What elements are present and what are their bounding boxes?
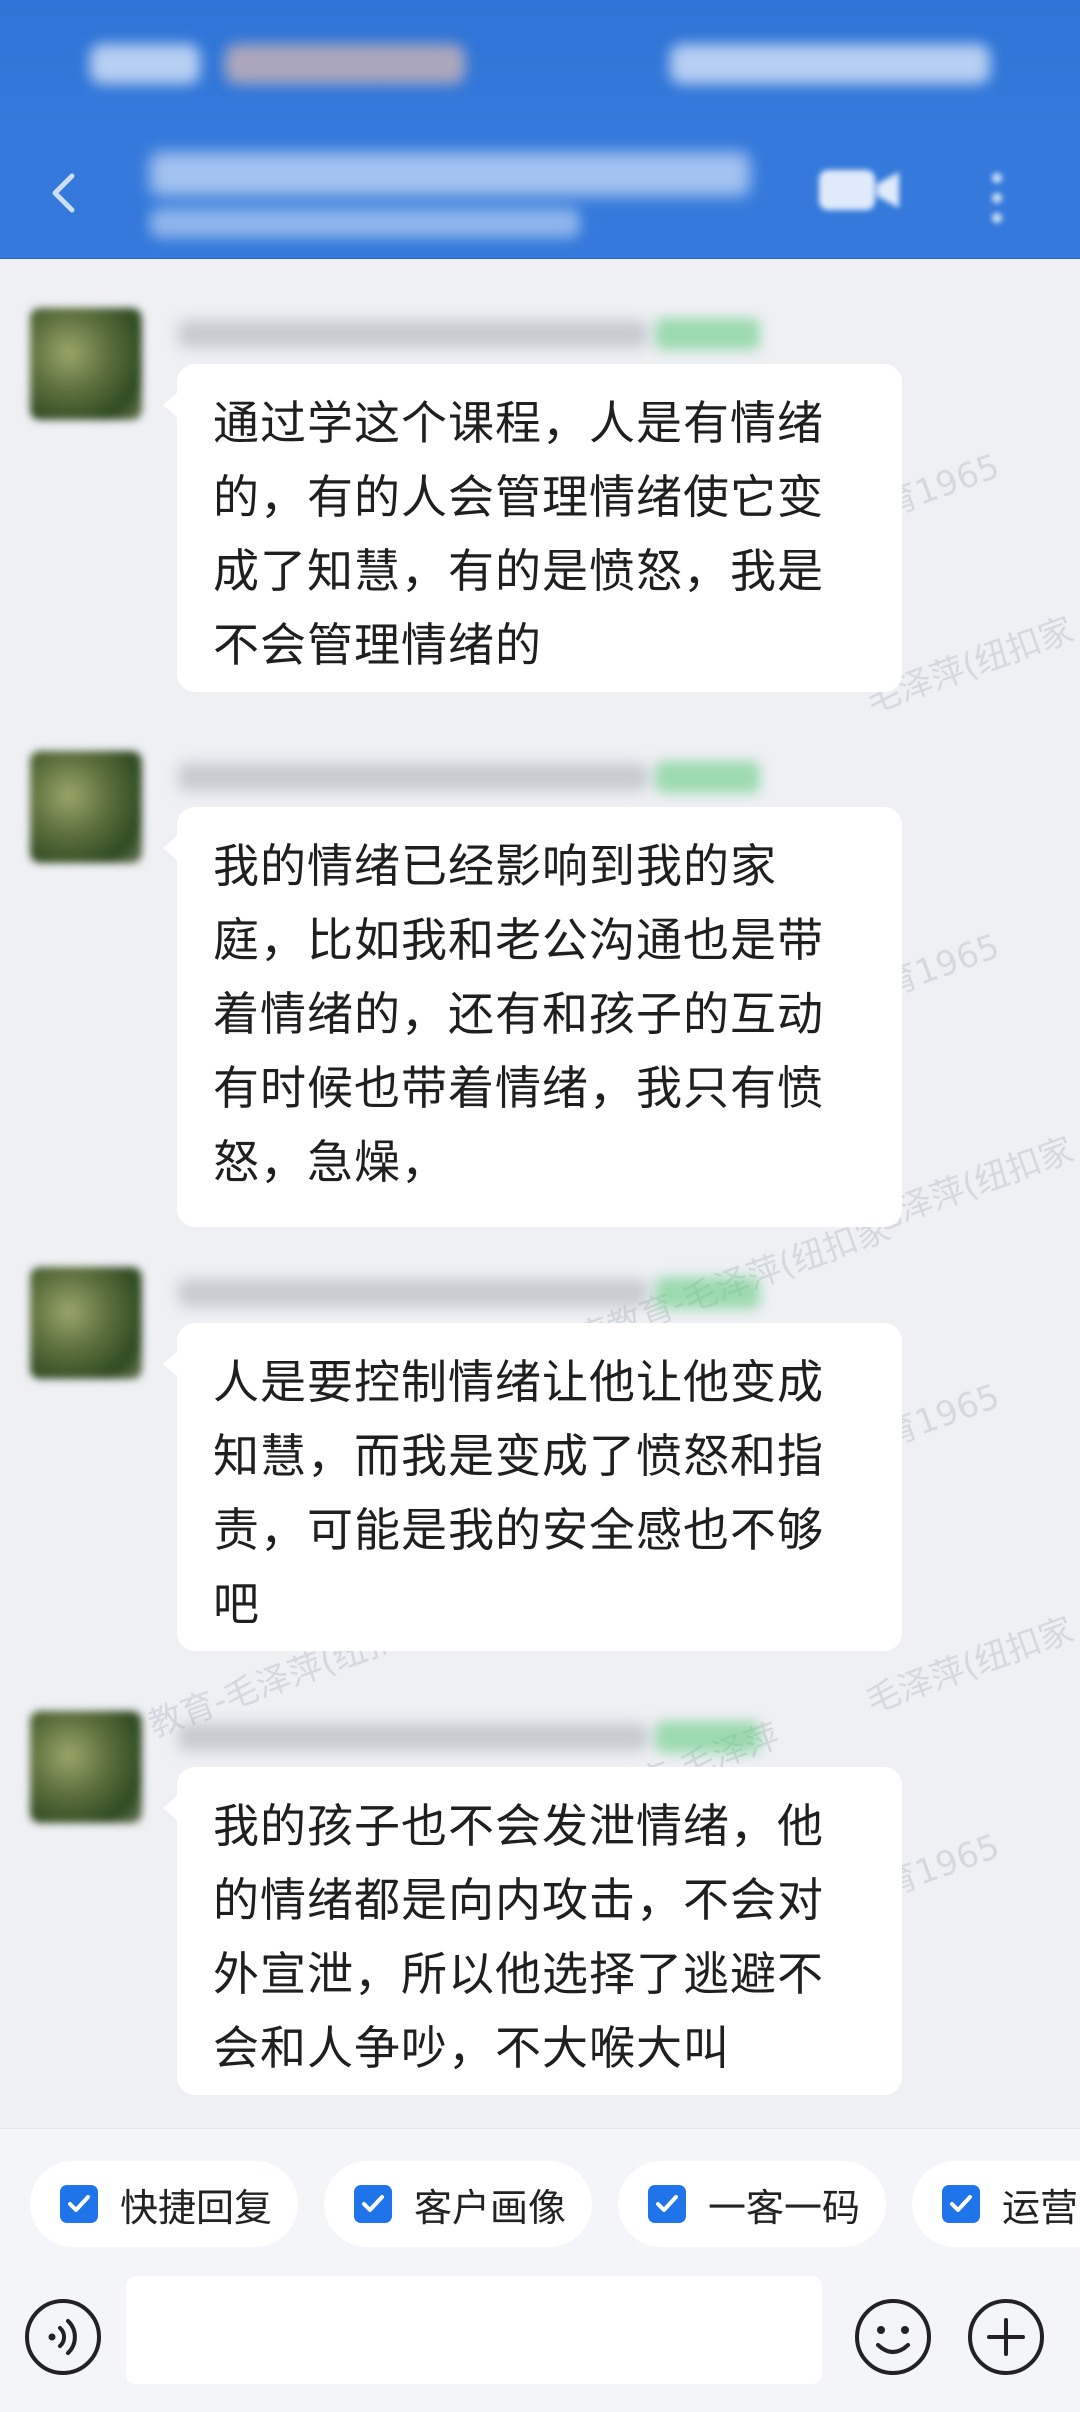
checkbox-icon: [648, 2185, 686, 2223]
message-bubble[interactable]: 通过学这个课程，人是有情绪的，有的人会管理情绪使它变成了知慧，有的是愤怒，我是不…: [163, 364, 902, 692]
notification-icons-blur: [225, 44, 465, 84]
sender-tag-blurred: [655, 318, 760, 350]
chat-title-blurred: [150, 152, 750, 196]
sender-tag-blurred: [655, 1721, 760, 1753]
avatar[interactable]: [30, 751, 142, 863]
voice-input-icon[interactable]: [22, 2296, 104, 2378]
emoji-icon[interactable]: [852, 2296, 934, 2378]
avatar[interactable]: [30, 1267, 142, 1379]
chip-label: 快捷回复: [120, 2185, 273, 2230]
sender-name-blurred: [178, 763, 648, 791]
input-bar: [0, 2276, 1080, 2412]
customer-profile-chip[interactable]: 客户画像: [324, 2161, 592, 2247]
quick-reply-chip[interactable]: 快捷回复: [30, 2161, 298, 2247]
more-options-icon[interactable]: [982, 168, 1012, 228]
status-bar: [0, 0, 1080, 130]
sender-tag-blurred: [655, 761, 760, 793]
chat-subtitle-blurred: [150, 208, 580, 238]
one-customer-one-code-chip[interactable]: 一客一码: [618, 2161, 886, 2247]
sender-tag-blurred: [655, 1277, 760, 1309]
checkbox-icon: [60, 2185, 98, 2223]
system-icons-blur: [670, 44, 990, 84]
sender-name-blurred: [178, 1723, 648, 1751]
add-attachment-icon[interactable]: [965, 2296, 1047, 2378]
operations-chip[interactable]: 运营: [912, 2161, 1080, 2247]
message-input[interactable]: [126, 2276, 822, 2384]
back-arrow-icon[interactable]: [42, 170, 88, 216]
sender-name-blurred: [178, 1279, 648, 1307]
checkbox-icon: [354, 2185, 392, 2223]
sender-name-blurred: [178, 320, 648, 348]
chip-label: 运营: [1002, 2185, 1079, 2230]
checkbox-icon: [942, 2185, 980, 2223]
avatar[interactable]: [30, 1711, 142, 1823]
status-time-blur: [90, 44, 200, 84]
video-call-icon[interactable]: [815, 160, 905, 220]
message-list[interactable]: 育1965 毛泽萍(纽扣家 育1965 毛泽萍(纽扣家 扣家庭教育-毛泽萍(纽扣…: [0, 258, 1080, 2128]
chip-label: 一客一码: [708, 2185, 861, 2230]
message-bubble[interactable]: 我的情绪已经影响到我的家庭，比如我和老公沟通也是带着情绪的，还有和孩子的互动有时…: [163, 807, 902, 1227]
message-bubble[interactable]: 人是要控制情绪让他让他变成知慧，而我是变成了愤怒和指责，可能是我的安全感也不够吧: [163, 1323, 902, 1651]
avatar[interactable]: [30, 308, 142, 420]
message-bubble[interactable]: 我的孩子也不会发泄情绪，他的情绪都是向内攻击，不会对外宣泄，所以他选择了逃避不会…: [163, 1767, 902, 2095]
quick-action-bar[interactable]: 快捷回复 客户画像 一客一码 运营: [0, 2128, 1080, 2277]
chat-header: [0, 130, 1080, 259]
chip-label: 客户画像: [414, 2185, 567, 2230]
